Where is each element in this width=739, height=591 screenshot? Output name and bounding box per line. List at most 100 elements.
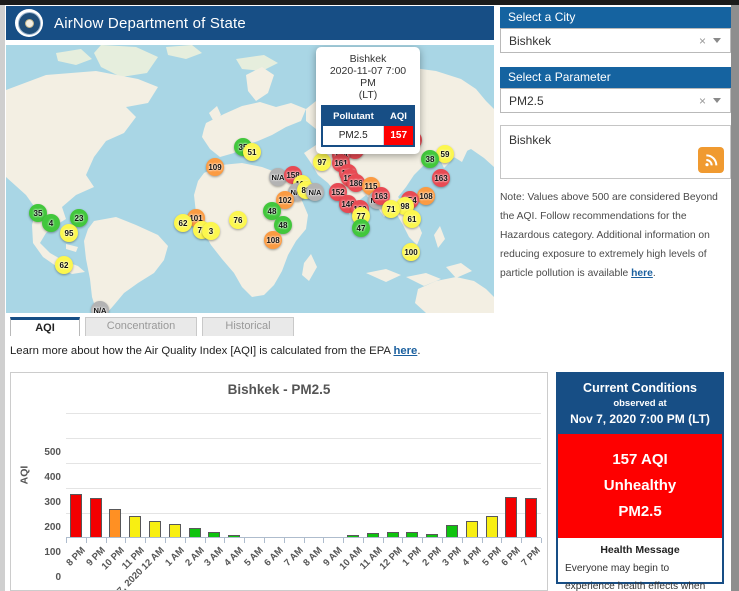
y-axis-tick-label: 300 [44, 497, 61, 508]
health-message-section: Health Message Everyone may begin to exp… [558, 538, 722, 591]
map-marker[interactable]: 108 [417, 187, 435, 205]
chart-bar[interactable] [129, 516, 141, 537]
chart-title: Bishkek - PM2.5 [11, 382, 547, 397]
map-marker[interactable]: 95 [60, 224, 78, 242]
chart-bar[interactable] [70, 494, 82, 537]
note-here-link[interactable]: here [631, 268, 653, 279]
current-conditions-panel: Current Conditions observed at Nov 7, 20… [556, 372, 724, 584]
x-axis-tick [284, 538, 285, 543]
x-axis-tick [501, 538, 502, 543]
x-axis-tick [185, 538, 186, 543]
map-marker[interactable]: 71 [382, 200, 400, 218]
chart-bar[interactable] [426, 534, 438, 537]
parameter-clear-icon[interactable]: × [692, 94, 713, 108]
map-marker[interactable]: 61 [403, 210, 421, 228]
chart-bar[interactable] [466, 521, 478, 537]
chart-bar[interactable] [90, 498, 102, 537]
map-marker[interactable]: 4 [42, 214, 60, 232]
gridline [66, 513, 541, 514]
popup-aqi-value: 157 [384, 126, 414, 146]
gridline [66, 463, 541, 464]
chart-bar[interactable] [525, 498, 537, 537]
x-axis-tick [165, 538, 166, 543]
page: AirNow Department of State [5, 5, 731, 591]
parameter-dropdown-arrow-icon[interactable] [713, 98, 721, 103]
y-axis-tick-label: 500 [44, 447, 61, 458]
rss-feed-icon[interactable] [698, 147, 724, 173]
x-axis-tick [125, 538, 126, 543]
chart-bar[interactable] [486, 516, 498, 537]
x-axis-tick [264, 538, 265, 543]
note-text: Note: Values above 500 are considered Be… [500, 192, 718, 279]
aqi-chart: Bishkek - PM2.5 AQI 0100200300400500 8 P… [10, 372, 548, 591]
tab-historical[interactable]: Historical [202, 317, 294, 336]
x-axis-tick [462, 538, 463, 543]
chart-bar[interactable] [169, 524, 181, 537]
tab-concentration[interactable]: Concentration [85, 317, 197, 336]
tab-aqi[interactable]: AQI [10, 317, 80, 336]
city-clear-icon[interactable]: × [692, 34, 713, 48]
map-marker[interactable]: N/A [306, 183, 324, 201]
chart-bar[interactable] [347, 535, 359, 537]
popup-pollutant-value: PM2.5 [322, 126, 384, 146]
map-marker[interactable]: 47 [352, 219, 370, 237]
sidebar: Select a City Bishkek × Select a Paramet… [500, 7, 731, 283]
chart-bar[interactable] [189, 528, 201, 537]
map-marker[interactable]: 97 [313, 153, 331, 171]
learn-more-text: Learn more about how the Air Quality Ind… [10, 345, 393, 357]
map-marker[interactable]: 163 [432, 169, 450, 187]
chart-bar[interactable] [109, 509, 121, 537]
gridline [66, 438, 541, 439]
city-dropdown-arrow-icon[interactable] [713, 38, 721, 43]
health-message-title: Health Message [565, 544, 715, 556]
gridline [66, 413, 541, 414]
x-axis-tick [86, 538, 87, 543]
map-marker[interactable]: 62 [174, 214, 192, 232]
map-marker[interactable]: 108 [264, 231, 282, 249]
x-axis-tick [224, 538, 225, 543]
map-marker[interactable]: 38 [421, 150, 439, 168]
world-map[interactable]: 354239562N/A355110997N/A158100N/A89N/A10… [6, 45, 494, 313]
x-axis-tick [482, 538, 483, 543]
x-axis-tick [323, 538, 324, 543]
learn-more-here-link[interactable]: here [393, 345, 417, 357]
aqi-parameter: PM2.5 [562, 499, 718, 525]
map-marker[interactable]: 109 [206, 158, 224, 176]
learn-more-text-end: . [417, 345, 420, 357]
x-axis-tick [521, 538, 522, 543]
chart-bar[interactable] [446, 525, 458, 537]
map-marker[interactable]: 62 [55, 256, 73, 274]
chart-bar[interactable] [208, 532, 220, 537]
y-axis-tick-label: 100 [44, 547, 61, 558]
health-message-body: Everyone may begin to experience health … [565, 560, 715, 591]
chart-bar[interactable] [228, 535, 240, 537]
popup-timezone: (LT) [321, 89, 415, 101]
app-header: AirNow Department of State [6, 6, 494, 40]
observed-datetime: Nov 7, 2020 7:00 PM (LT) [562, 412, 718, 426]
current-conditions-title: Current Conditions [562, 381, 718, 395]
map-marker[interactable]: 76 [229, 211, 247, 229]
chart-plot [66, 413, 541, 538]
chart-bar[interactable] [387, 532, 399, 537]
x-axis-tick [145, 538, 146, 543]
rss-city-label: Bishkek [501, 126, 730, 147]
x-axis-tick [244, 538, 245, 543]
map-popup: Bishkek 2020-11-07 7:00 PM (LT) Pollutan… [316, 47, 420, 154]
x-axis-tick [66, 538, 67, 543]
city-select[interactable]: Bishkek × [500, 28, 731, 53]
map-marker[interactable]: 3 [202, 222, 220, 240]
y-axis-tick-label: 200 [44, 522, 61, 533]
chart-bar[interactable] [406, 532, 418, 537]
x-axis-tick [205, 538, 206, 543]
select-parameter-header: Select a Parameter [500, 67, 731, 88]
map-marker[interactable]: 100 [402, 243, 420, 261]
chart-bar[interactable] [505, 497, 517, 537]
popup-datetime: 2020-11-07 7:00 PM [321, 65, 415, 89]
map-marker[interactable]: N/A [91, 301, 109, 313]
city-select-value: Bishkek [501, 34, 692, 48]
map-marker[interactable]: 51 [243, 143, 261, 161]
chart-bar[interactable] [149, 521, 161, 537]
chart-bar[interactable] [367, 533, 379, 537]
parameter-select[interactable]: PM2.5 × [500, 88, 731, 113]
gridline [66, 488, 541, 489]
